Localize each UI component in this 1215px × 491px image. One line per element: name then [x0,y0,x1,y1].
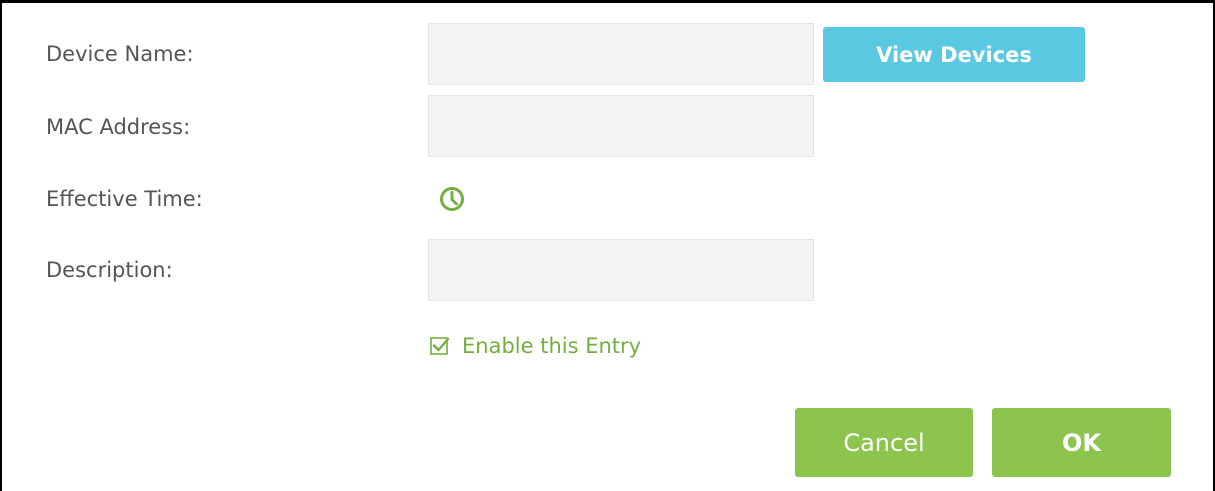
checkbox-checked-icon[interactable] [430,336,450,356]
mac-address-input[interactable] [428,95,814,157]
description-label: Description: [46,258,173,282]
ok-button[interactable]: OK [992,408,1171,477]
clock-icon[interactable] [438,185,466,213]
effective-time-label: Effective Time: [46,187,203,211]
view-devices-button[interactable]: View Devices [823,27,1085,82]
device-name-label: Device Name: [46,42,194,66]
device-name-input[interactable] [428,23,814,85]
description-input[interactable] [428,239,814,301]
enable-entry-checkbox[interactable]: Enable this Entry [430,332,641,360]
access-rule-dialog: Device Name: View Devices MAC Address: E… [0,0,1215,491]
enable-entry-label[interactable]: Enable this Entry [462,334,641,358]
mac-address-label: MAC Address: [46,115,191,139]
cancel-button[interactable]: Cancel [795,408,973,477]
